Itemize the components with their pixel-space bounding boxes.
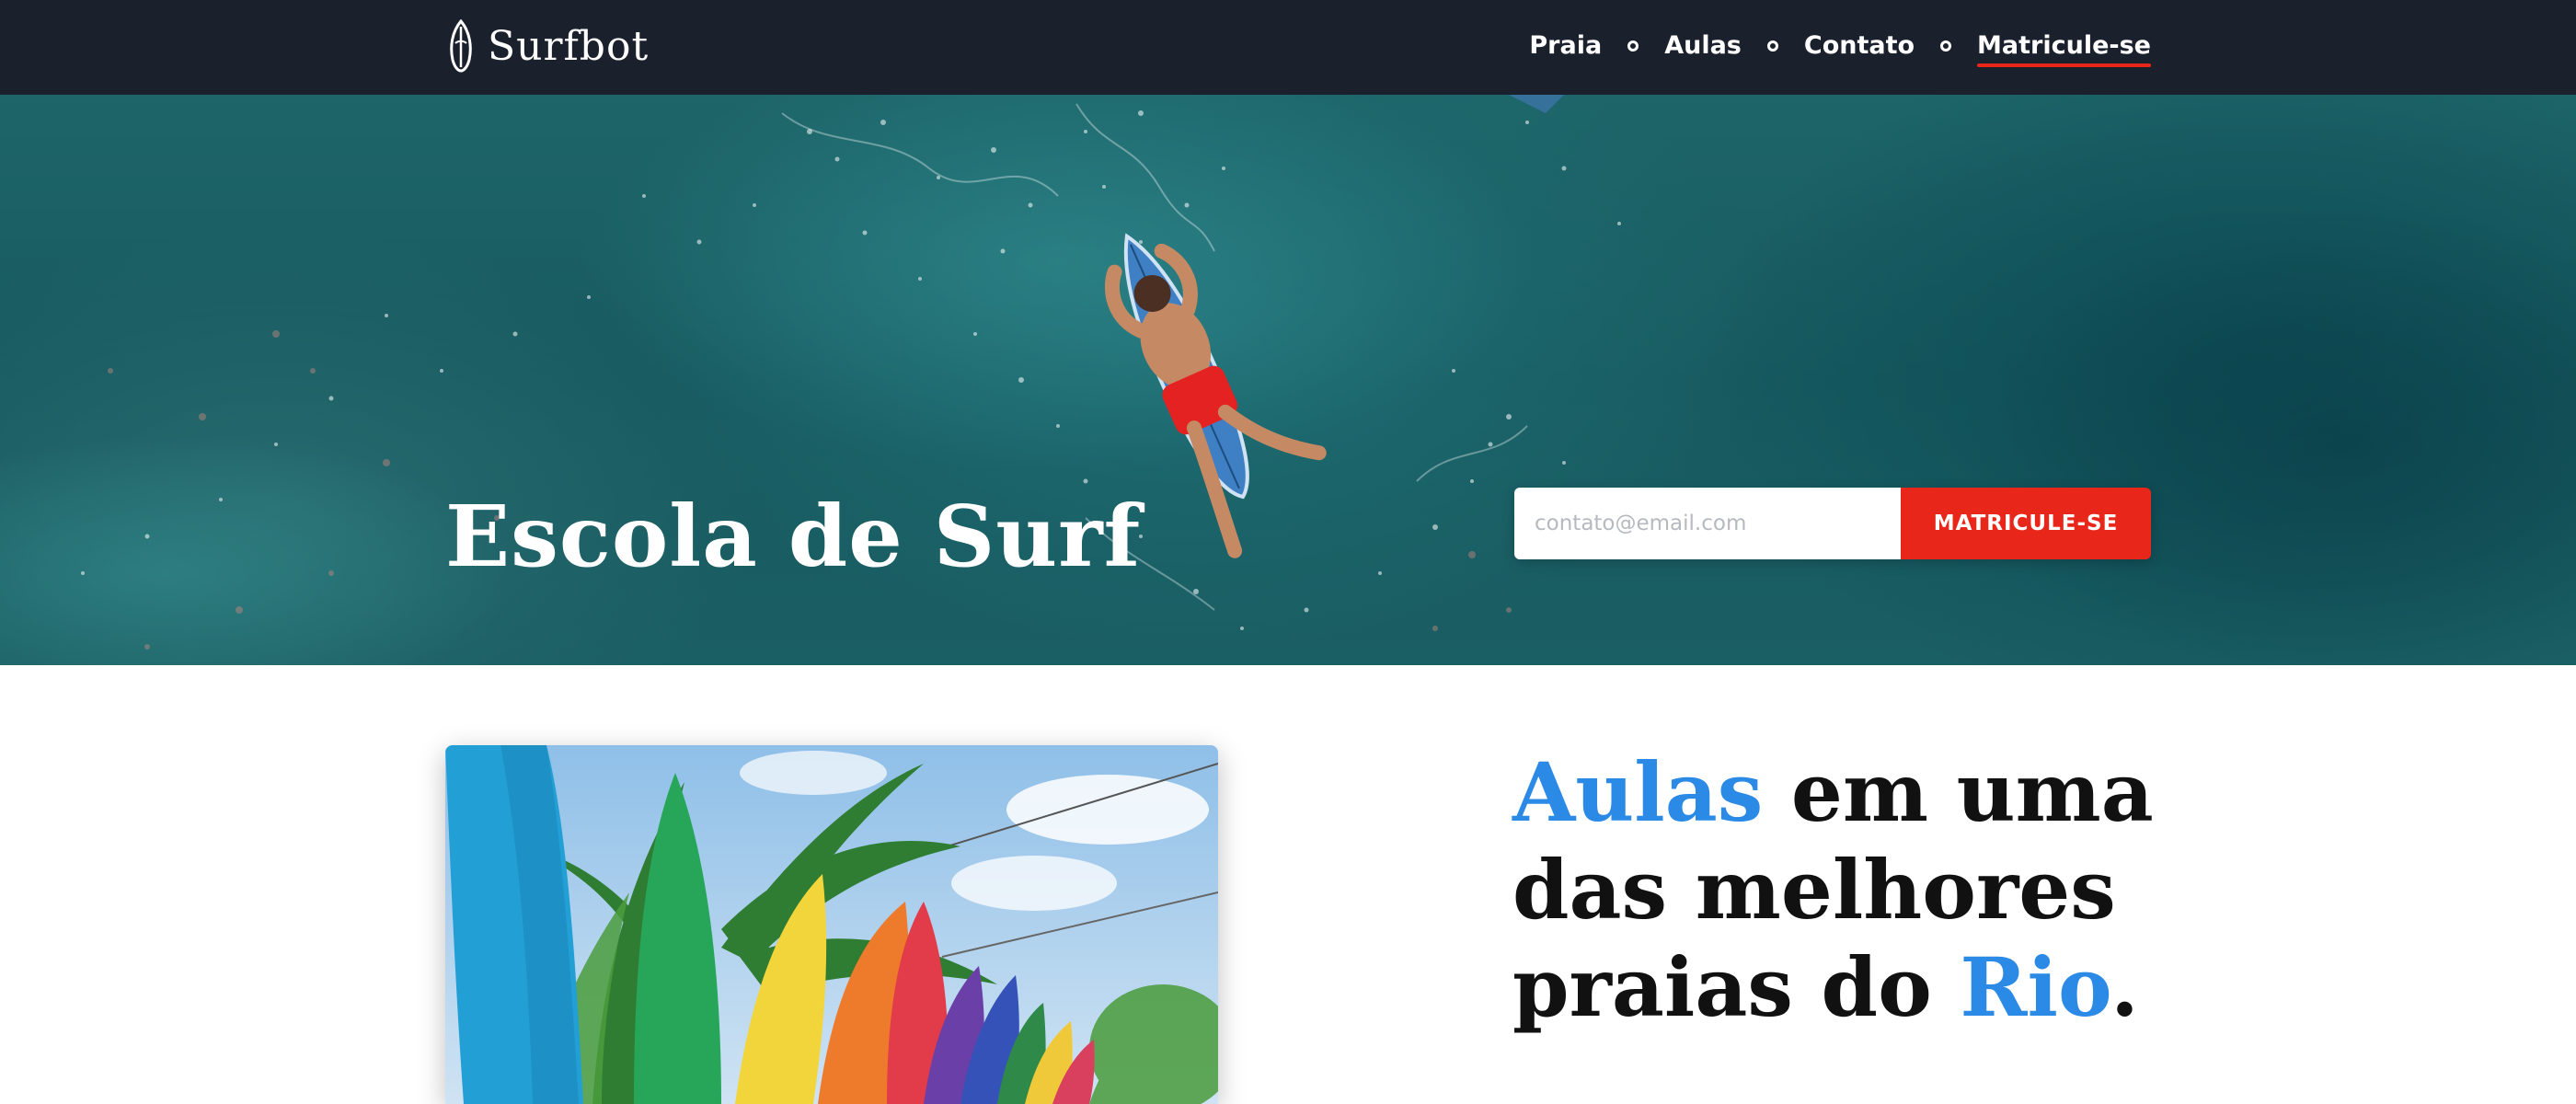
headline-text-1: em uma: [1763, 744, 2154, 840]
nav-link-contato[interactable]: Contato: [1804, 28, 1915, 64]
signup-button[interactable]: MATRICULE-SE: [1901, 488, 2151, 559]
nav-link-aulas[interactable]: Aulas: [1664, 28, 1742, 64]
circle-dot-icon: [1766, 40, 1778, 52]
headline-text-2: das melhores: [1512, 842, 2116, 937]
main-nav: Praia Aulas Contato Matricule-se: [1529, 28, 2151, 67]
headline-accent-rio: Rio: [1960, 939, 2111, 1035]
surfboards-image: [445, 745, 1218, 1104]
surfboards-photo: [445, 745, 1218, 1104]
hero-banner: Escola de Surf MATRICULE-SE: [0, 95, 2576, 665]
signup-form: MATRICULE-SE: [1514, 488, 2151, 559]
nav-link-matricule-se[interactable]: Matricule-se: [1977, 28, 2151, 67]
headline-accent-aulas: Aulas: [1512, 744, 1764, 840]
circle-dot-icon: [1940, 40, 1952, 52]
headline-period: .: [2110, 939, 2139, 1035]
section-headline: Aulas em uma das melhores praias do Rio.: [1512, 743, 2340, 1036]
hero-background-image: [0, 95, 2576, 665]
headline-text-3: praias do: [1512, 939, 1961, 1035]
hero-title: Escola de Surf: [445, 487, 1142, 586]
circle-dot-icon: [1627, 40, 1639, 52]
brand-name: Surfbot: [488, 22, 650, 70]
brand-logo[interactable]: Surfbot: [445, 17, 649, 75]
nav-link-praia[interactable]: Praia: [1529, 28, 1602, 64]
email-input[interactable]: [1514, 488, 1901, 559]
site-header: Surfbot Praia Aulas Contato Matricule-se: [0, 0, 2576, 95]
surfboard-icon: [450, 19, 472, 73]
